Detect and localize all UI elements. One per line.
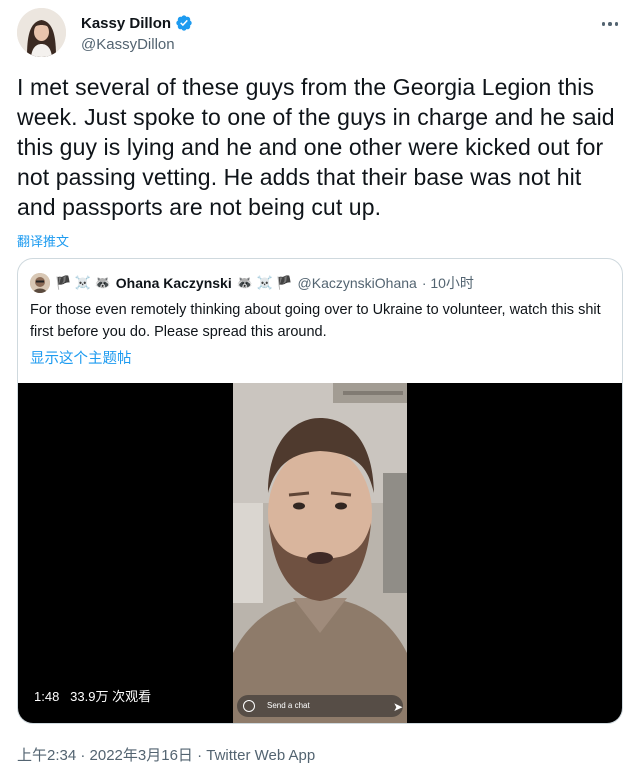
- tweet-text: I met several of these guys from the Geo…: [17, 74, 615, 220]
- quoted-author-avatar: [30, 273, 50, 293]
- quoted-name-suffix-flags: 🦝 ☠️ 🏴: [236, 275, 293, 290]
- video-thumbnail: [233, 383, 407, 723]
- author-avatar[interactable]: [17, 8, 66, 57]
- video-views: 33.9万 次观看: [70, 689, 152, 704]
- author-handle[interactable]: @KassyDillon: [81, 36, 175, 53]
- verified-badge-icon: [176, 15, 192, 31]
- quoted-time: · 10小时: [421, 275, 474, 291]
- quoted-name-prefix-flags: 🏴 ☠️ 🦝: [55, 275, 111, 290]
- send-chat-bar: Send a chat: [237, 695, 403, 717]
- video-info: 1:48 33.9万 次观看: [34, 686, 151, 705]
- quoted-display-name[interactable]: Ohana Kaczynski: [116, 275, 232, 291]
- camera-icon: [243, 700, 255, 712]
- quoted-tweet[interactable]: 🏴 ☠️ 🦝 Ohana Kaczynski 🦝 ☠️ 🏴 @Kaczynski…: [17, 258, 623, 724]
- tweet-timestamp[interactable]: 上午2:34 · 2022年3月16日 ·: [17, 747, 206, 764]
- tweet-header: Kassy Dillon @KassyDillon: [17, 6, 623, 58]
- video-frame: Send a chat ➤: [233, 383, 407, 723]
- send-chat-text: Send a chat: [267, 701, 310, 710]
- quoted-tweet-text: For those even remotely thinking about g…: [30, 302, 601, 340]
- author-display-name[interactable]: Kassy Dillon: [81, 15, 171, 32]
- quoted-tweet-header: 🏴 ☠️ 🦝 Ohana Kaczynski 🦝 ☠️ 🏴 @Kaczynski…: [30, 273, 474, 293]
- quoted-handle: @KaczynskiOhana: [297, 275, 417, 291]
- video-duration: 1:48: [34, 689, 60, 704]
- tweet-footer: 上午2:34 · 2022年3月16日 · Twitter Web App: [17, 744, 315, 765]
- video-player[interactable]: Send a chat ➤ 1:48 33.9万 次观看: [18, 383, 622, 723]
- translate-tweet-link[interactable]: 翻译推文: [17, 231, 69, 250]
- tweet-source-app[interactable]: Twitter Web App: [206, 747, 315, 764]
- more-options-icon[interactable]: [597, 14, 623, 34]
- show-thread-link[interactable]: 显示这个主题帖: [30, 347, 132, 368]
- send-arrow-icon: ➤: [392, 700, 403, 714]
